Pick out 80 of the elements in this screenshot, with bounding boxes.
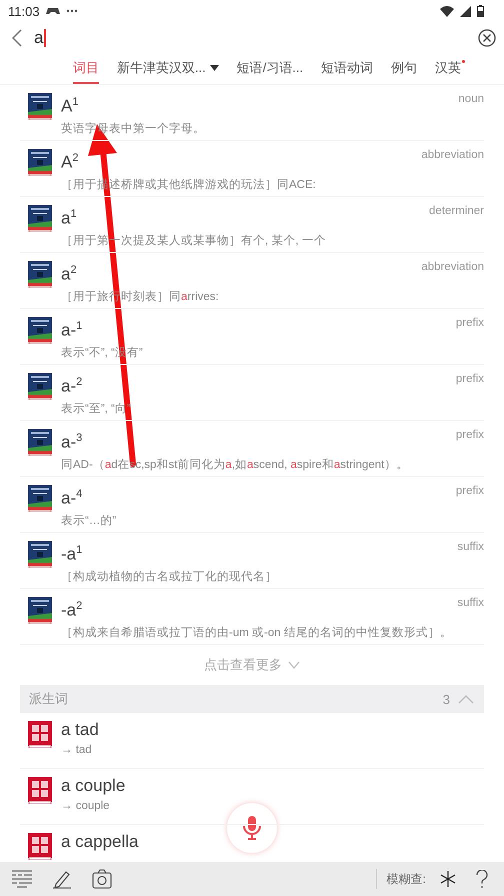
book-icon bbox=[28, 485, 52, 512]
pencil-icon[interactable] bbox=[52, 869, 72, 889]
book-icon bbox=[28, 721, 52, 748]
definition: ［用于旅行时刻表］同arrives: bbox=[61, 289, 220, 304]
headword: a-$^{2}$ bbox=[61, 375, 84, 398]
book-icon bbox=[28, 541, 52, 568]
cross-reference: → couple bbox=[61, 800, 111, 812]
signal-icon bbox=[460, 6, 471, 16]
battery-icon bbox=[477, 5, 484, 17]
asterisk-icon[interactable] bbox=[440, 871, 456, 887]
definition: 表示“…的” bbox=[61, 514, 118, 528]
chevron-icon bbox=[458, 694, 474, 704]
part-of-speech: suffix bbox=[457, 596, 484, 609]
part-of-speech: suffix bbox=[457, 540, 484, 553]
definition: ［用于第一次提及某人或某事物］有个, 某个, 一个 bbox=[61, 234, 327, 248]
tab[interactable]: 汉英 bbox=[435, 54, 462, 84]
headword: a cappella bbox=[61, 831, 140, 853]
headword: a$^{1}$ bbox=[61, 207, 78, 230]
part-of-speech: prefix bbox=[456, 316, 484, 329]
book-icon bbox=[28, 597, 52, 624]
book-icon bbox=[28, 93, 52, 120]
definition: ［构成动植物的古名或拉丁化的现代名］ bbox=[61, 570, 278, 584]
part-of-speech: abbreviation bbox=[421, 260, 484, 273]
entry-row[interactable]: -a$^{2}$ ［构成来自希腊语或拉丁语的由-um 或-on 结尾的名词的中性复数形式］。 suffix bbox=[20, 589, 484, 645]
search-field[interactable]: a bbox=[34, 26, 466, 50]
derived-row[interactable]: a tad → tad bbox=[20, 713, 484, 769]
entry-row[interactable]: a$^{2}$ ［用于旅行时刻表］同arrives: abbreviation bbox=[20, 253, 484, 309]
part-of-speech: prefix bbox=[456, 372, 484, 385]
tab[interactable]: 短语/习语... bbox=[236, 54, 304, 84]
microphone-icon bbox=[243, 816, 261, 840]
definition: 同AD-（ad在sc,sp和st前同化为a,如ascend, aspire和astringent）。 bbox=[61, 458, 410, 472]
headword: a-$^{1}$ bbox=[61, 319, 84, 342]
entry-row[interactable]: a-$^{3}$ 同AD-（ad在sc,sp和st前同化为a,如ascend, aspire和astringent）。 prefix bbox=[20, 421, 484, 477]
back-icon[interactable] bbox=[12, 29, 22, 47]
status-time: 11:03 bbox=[8, 4, 40, 18]
tab[interactable]: 例句 bbox=[391, 54, 418, 84]
tab[interactable]: 短语动词 bbox=[321, 54, 374, 84]
book-icon bbox=[28, 777, 52, 804]
part-of-speech: determiner bbox=[429, 204, 484, 217]
clear-icon[interactable] bbox=[478, 29, 496, 47]
book-icon bbox=[28, 833, 52, 860]
book-icon bbox=[28, 149, 52, 176]
headword: -a$^{1}$ bbox=[61, 543, 84, 566]
part-of-speech: prefix bbox=[456, 484, 484, 497]
gamepad-icon bbox=[46, 7, 60, 15]
definition: 表示“不”, “没有” bbox=[61, 346, 144, 360]
part-of-speech: abbreviation bbox=[421, 148, 484, 161]
headword: a couple bbox=[61, 775, 126, 797]
book-icon bbox=[28, 317, 52, 344]
book-icon bbox=[28, 205, 52, 232]
chevron-down-icon bbox=[288, 661, 300, 669]
list-icon[interactable] bbox=[12, 870, 32, 888]
section-title: 派生词 bbox=[29, 690, 68, 708]
camera-icon[interactable] bbox=[92, 869, 112, 889]
headword: a-$^{4}$ bbox=[61, 487, 84, 510]
tab[interactable]: 新牛津英汉双... bbox=[116, 54, 219, 84]
definition: ［构成来自希腊语或拉丁语的由-um 或-on 结尾的名词的中性复数形式］。 bbox=[61, 626, 448, 640]
headword: A$^{1}$ bbox=[61, 95, 80, 118]
book-icon bbox=[28, 373, 52, 400]
entry-row[interactable]: a$^{1}$ ［用于第一次提及某人或某事物］有个, 某个, 一个 determiner bbox=[20, 197, 484, 253]
voice-input-button[interactable] bbox=[227, 803, 277, 853]
headword: a-$^{3}$ bbox=[61, 431, 84, 454]
more-icon bbox=[66, 9, 78, 13]
fuzzy-search-label: 模糊查: bbox=[386, 870, 426, 888]
book-icon bbox=[28, 429, 52, 456]
part-of-speech: prefix bbox=[456, 428, 484, 441]
tab[interactable]: 词目 bbox=[72, 54, 99, 84]
section-count: 3 bbox=[442, 692, 450, 706]
headword: a$^{2}$ bbox=[61, 263, 78, 286]
entry-row[interactable]: a-$^{4}$ 表示“…的” prefix bbox=[20, 477, 484, 533]
headword: a tad bbox=[61, 719, 100, 741]
book-icon bbox=[28, 261, 52, 288]
entry-row[interactable]: a-$^{1}$ 表示“不”, “没有” prefix bbox=[20, 309, 484, 365]
entry-row[interactable]: -a$^{1}$ ［构成动植物的古名或拉丁化的现代名］ suffix bbox=[20, 533, 484, 589]
headword: A$^{2}$ bbox=[61, 151, 80, 174]
help-icon[interactable] bbox=[476, 870, 488, 888]
headword: -a$^{2}$ bbox=[61, 599, 84, 622]
part-of-speech: noun bbox=[458, 92, 484, 105]
wifi-icon bbox=[440, 6, 454, 16]
cross-reference: → tad bbox=[61, 744, 93, 756]
